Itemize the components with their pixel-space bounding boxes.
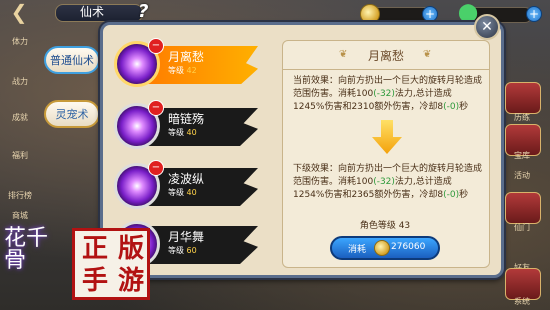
right-menu-icon[interactable] — [505, 82, 541, 114]
add-gold-button[interactable]: + — [422, 6, 438, 22]
skill-name: 凌波纵 — [168, 172, 205, 186]
map-pin-icon: ⬤ — [458, 2, 479, 23]
skill-row-2[interactable]: − 暗链殇 等级 40 — [110, 100, 280, 154]
top-bar: ❮ 仙术 ? + ⬤ + — [0, 0, 550, 24]
help-icon[interactable]: ? — [138, 1, 148, 22]
gold-coin-icon — [374, 240, 390, 256]
detail-title-bar: ❦ 月离愁 ❦ — [283, 41, 489, 70]
left-label-welfare[interactable]: 福利 — [3, 150, 37, 161]
tab-normal-skill[interactable]: 普通仙术 — [44, 46, 100, 74]
skill-level: 等级 42 — [168, 66, 197, 75]
skill-detail-card: ❦ 月离愁 ❦ 当前效果：向前方扔出一个巨大的旋转月轮造成范围伤害。消耗100(… — [282, 40, 490, 268]
skill-level: 等级 40 — [168, 128, 197, 137]
detail-title: 月离愁 — [367, 49, 404, 63]
current-effect-text: 当前效果：向前方扔出一个巨大的旋转月轮造成范围伤害。消耗100(-32)法力,总… — [293, 76, 483, 112]
downgrade-badge-icon[interactable]: − — [148, 100, 164, 116]
left-label-power[interactable]: 战力 — [3, 76, 37, 87]
skill-level: 等级 40 — [168, 188, 197, 197]
consume-label: 消耗 — [348, 245, 367, 255]
right-label-sect[interactable]: 仙门 — [505, 222, 539, 233]
downgrade-badge-icon[interactable]: − — [148, 38, 164, 54]
right-label-system[interactable]: 系统 — [505, 296, 539, 307]
right-label-event[interactable]: 活动 — [505, 170, 539, 181]
consume-value: 276060 — [391, 242, 426, 252]
left-label-shop[interactable]: 商城 — [3, 210, 37, 221]
seal-stamp: 正 版 手 游 — [72, 228, 150, 300]
skill-row-1[interactable]: − 月离愁 等级 42 — [110, 38, 280, 92]
right-label-trial[interactable]: 历练 — [505, 112, 539, 123]
left-label-ranking[interactable]: 排行榜 — [3, 190, 37, 201]
downgrade-badge-icon[interactable]: − — [148, 160, 164, 176]
tab-pet-skill[interactable]: 灵宠术 — [44, 100, 100, 128]
gold-coin-icon — [360, 4, 380, 24]
left-label-stamina: 体力 — [12, 37, 28, 46]
role-level-text: 角色等级 43 — [359, 221, 411, 231]
skill-name: 月离愁 — [168, 50, 205, 64]
ornament-icon: ❦ — [423, 49, 432, 60]
page-title: 仙术 — [80, 5, 105, 19]
left-label-achievement[interactable]: 成就 — [3, 112, 37, 123]
add-resource-button[interactable]: + — [526, 6, 542, 22]
right-menu-icon[interactable] — [505, 192, 541, 224]
right-label-treasury[interactable]: 宝库 — [505, 150, 539, 161]
skill-name: 暗链殇 — [168, 112, 205, 126]
game-logo-calligraphy: 花千骨 — [4, 226, 49, 273]
skill-name: 月华舞 — [168, 230, 205, 244]
skill-level: 等级 60 — [168, 246, 197, 255]
close-icon[interactable]: ✕ — [474, 14, 500, 40]
skill-row-3[interactable]: − 凌波纵 等级 40 — [110, 160, 280, 214]
back-icon[interactable]: ❮ — [6, 2, 32, 22]
next-effect-text: 下级效果：向前方扔出一个巨大的旋转月轮造成范围伤害。消耗100(-32)法力,总… — [293, 164, 483, 200]
